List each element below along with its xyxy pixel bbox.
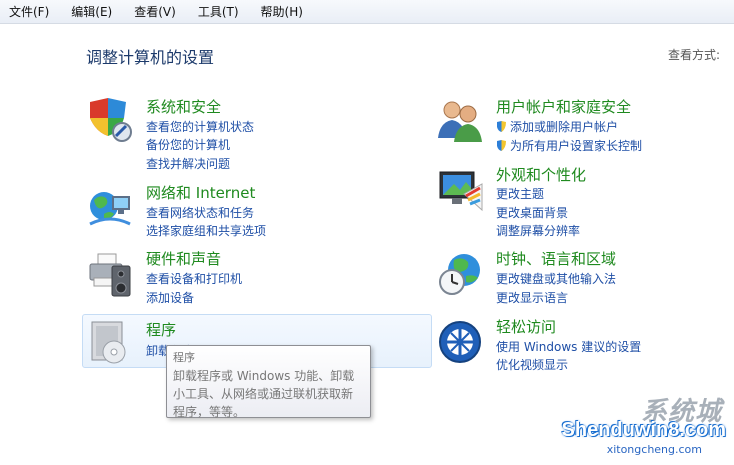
monitor-palette-icon	[439, 171, 483, 212]
menu-bar: 文件(F) 编辑(E) 查看(V) 工具(T) 帮助(H)	[0, 0, 734, 24]
tooltip-title: 程序	[173, 351, 195, 364]
uac-shield-icon	[497, 140, 506, 151]
ease-of-access-icon	[439, 321, 481, 363]
link-homegroup-sharing[interactable]: 选择家庭组和共享选项	[146, 222, 266, 239]
link-change-keyboard-input[interactable]: 更改键盘或其他输入法	[496, 270, 616, 287]
link-change-display-language[interactable]: 更改显示语言	[496, 289, 568, 306]
link-view-computer-status[interactable]: 查看您的计算机状态	[146, 118, 254, 135]
link-parental-controls-label: 为所有用户设置家长控制	[510, 139, 643, 153]
link-adjust-resolution[interactable]: 调整屏幕分辨率	[496, 222, 580, 239]
users-icon	[438, 101, 482, 142]
link-backup-computer[interactable]: 备份您的计算机	[146, 136, 230, 153]
programs-disc-box-icon	[91, 321, 126, 364]
link-windows-recommended-settings[interactable]: 使用 Windows 建议的设置	[496, 338, 641, 355]
link-change-theme[interactable]: 更改主题	[496, 185, 544, 202]
menu-help[interactable]: 帮助(H)	[256, 3, 308, 20]
menu-tools[interactable]: 工具(T)	[193, 3, 244, 20]
menu-file[interactable]: 文件(F)	[4, 3, 54, 20]
tooltip-text: 卸载程序或 Windows 功能、卸载小工具、从网络或通过联机获取新程序，等等。	[173, 369, 355, 419]
link-change-desktop-background[interactable]: 更改桌面背景	[496, 204, 568, 221]
link-add-remove-accounts[interactable]: 添加或删除用户帐户	[496, 118, 618, 135]
watermark-sub: xitongcheng.com	[606, 443, 702, 456]
link-parental-controls[interactable]: 为所有用户设置家长控制	[496, 137, 642, 154]
site-watermark: 系统城 Shenduwin8.com xitongcheng.com	[520, 391, 730, 461]
category-hardware-title[interactable]: 硬件和声音	[146, 248, 221, 269]
uac-shield-icon	[497, 121, 506, 132]
shield-security-icon	[90, 98, 132, 142]
view-by-label[interactable]: 查看方式:	[668, 46, 720, 63]
category-clock-title[interactable]: 时钟、语言和区域	[496, 248, 616, 269]
link-optimize-video[interactable]: 优化视频显示	[496, 356, 568, 373]
printer-speaker-icon	[89, 253, 131, 297]
category-user-accounts-title[interactable]: 用户帐户和家庭安全	[496, 96, 631, 117]
network-globe-icon	[89, 192, 131, 226]
menu-edit[interactable]: 编辑(E)	[66, 3, 117, 20]
watermark-site: Shenduwin8.com	[561, 419, 726, 441]
link-troubleshoot[interactable]: 查找并解决问题	[146, 155, 230, 172]
category-programs-title[interactable]: 程序	[146, 319, 176, 340]
link-add-device[interactable]: 添加设备	[146, 289, 194, 306]
link-network-status[interactable]: 查看网络状态和任务	[146, 204, 254, 221]
clock-globe-icon	[439, 254, 480, 295]
category-ease-title[interactable]: 轻松访问	[496, 316, 556, 337]
programs-tooltip: 程序 卸载程序或 Windows 功能、卸载小工具、从网络或通过联机获取新程序，…	[166, 345, 371, 419]
category-network-title[interactable]: 网络和 Internet	[146, 182, 255, 203]
page-title: 调整计算机的设置	[86, 48, 215, 67]
link-devices-printers[interactable]: 查看设备和打印机	[146, 270, 242, 287]
menu-view[interactable]: 查看(V)	[129, 3, 181, 20]
category-system-security-title[interactable]: 系统和安全	[146, 96, 221, 117]
link-add-remove-accounts-label: 添加或删除用户帐户	[510, 120, 619, 134]
category-appearance-title[interactable]: 外观和个性化	[496, 164, 586, 185]
